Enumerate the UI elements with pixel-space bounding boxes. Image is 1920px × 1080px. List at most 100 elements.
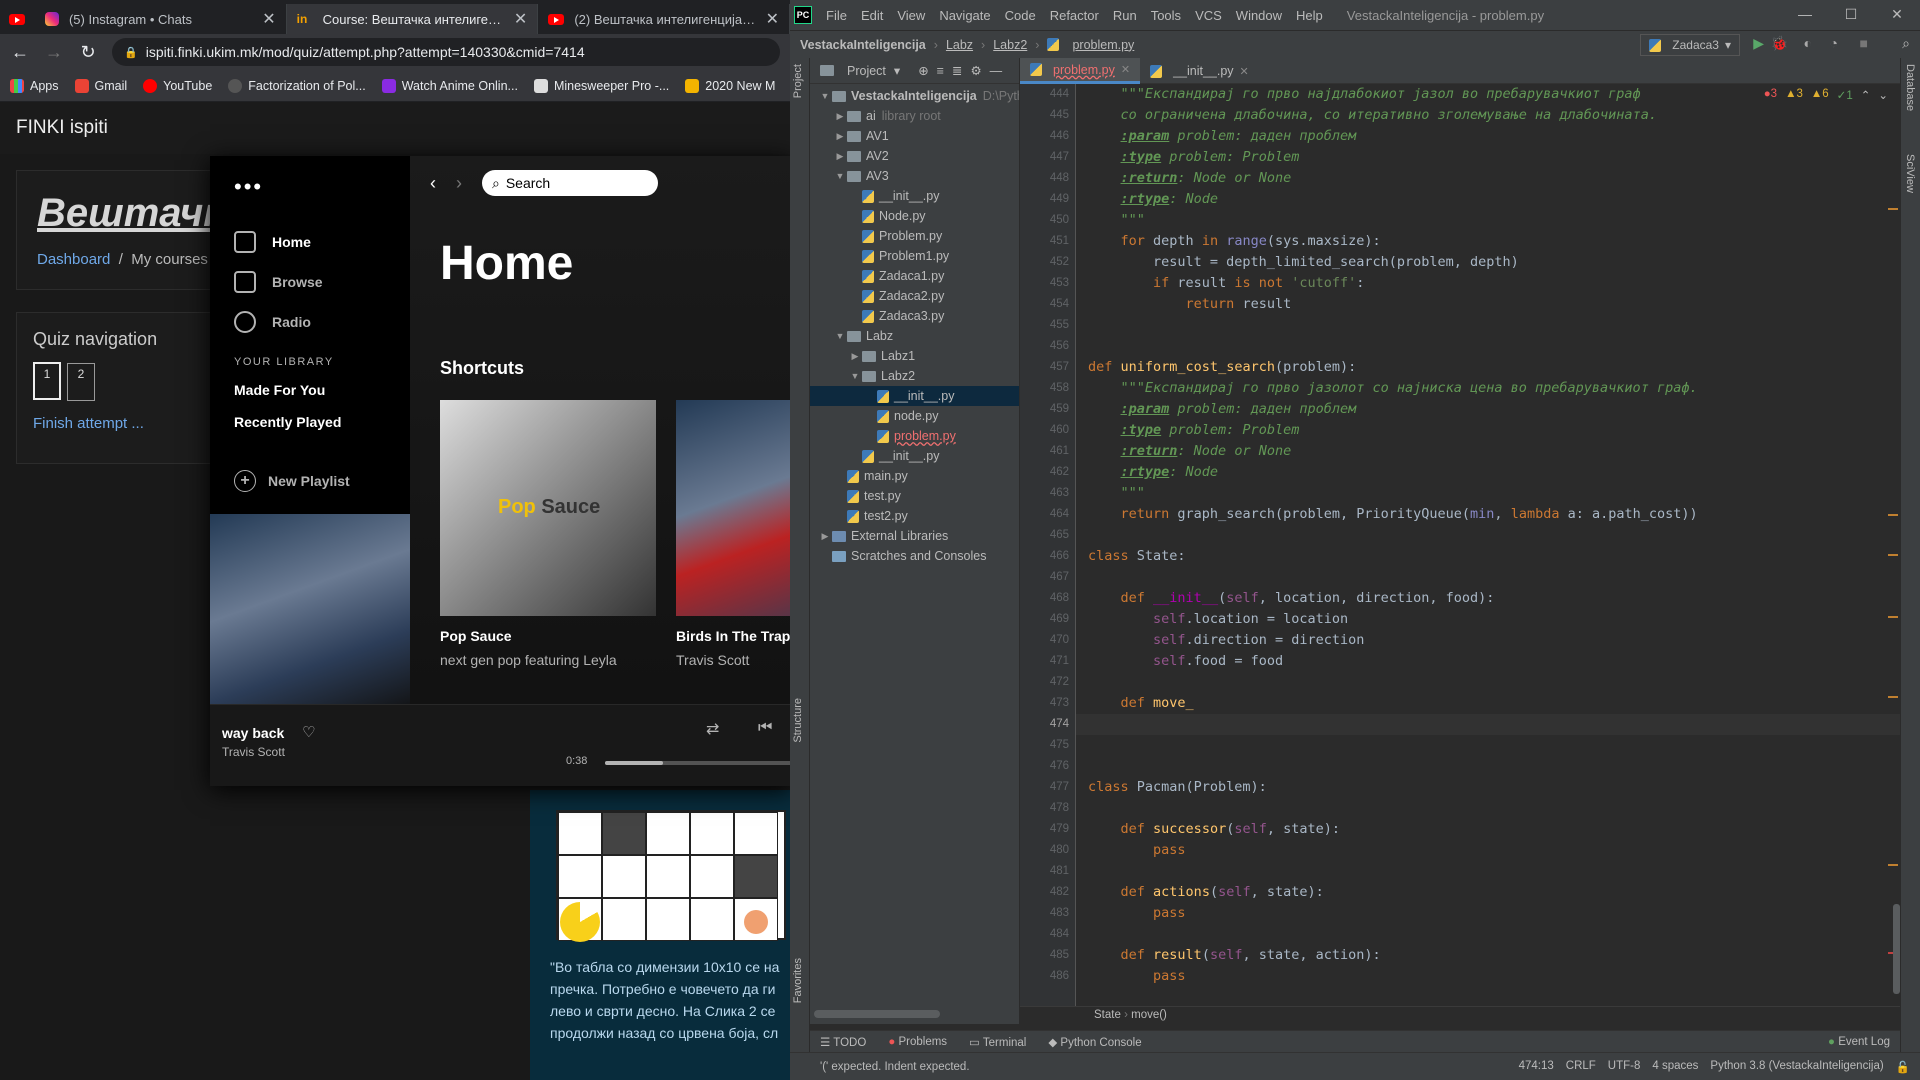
- track-artist[interactable]: Travis Scott: [222, 745, 285, 759]
- caret-position[interactable]: 474:13: [1519, 1060, 1554, 1074]
- tree-item[interactable]: ▼ VestackaInteligencija D:\Python: [810, 86, 1019, 106]
- vertical-scrollbar[interactable]: [1893, 904, 1900, 994]
- site-title[interactable]: FINKI ispiti: [16, 117, 108, 139]
- crumb-state[interactable]: State: [1094, 1009, 1121, 1021]
- chevron-right-icon[interactable]: ▶: [818, 531, 832, 542]
- reload-icon[interactable]: ↻: [78, 42, 98, 63]
- now-playing-cover-art[interactable]: [210, 514, 410, 712]
- bookmark-apps[interactable]: Apps: [10, 78, 59, 93]
- search-icon[interactable]: ⌕: [1902, 35, 1910, 52]
- tree-item[interactable]: Zadaca3.py: [810, 306, 1019, 326]
- favorites-tool-button[interactable]: Favorites: [792, 958, 804, 1003]
- tree-item[interactable]: Node.py: [810, 206, 1019, 226]
- tree-item[interactable]: __init__.py: [810, 446, 1019, 466]
- bookmark-youtube[interactable]: YouTube: [143, 78, 212, 93]
- close-icon[interactable]: ✕: [1121, 63, 1130, 76]
- tree-item[interactable]: test2.py: [810, 506, 1019, 526]
- chevron-right-icon[interactable]: ▶: [848, 351, 862, 362]
- crumb-move[interactable]: move(): [1131, 1009, 1167, 1021]
- bookmark-anime[interactable]: Watch Anime Onlin...: [381, 78, 518, 93]
- chevron-right-icon[interactable]: ▶: [833, 151, 847, 162]
- heart-icon[interactable]: ♡: [302, 723, 315, 741]
- menu-view[interactable]: View: [897, 8, 925, 23]
- tab-problem-py[interactable]: problem.py ✕: [1020, 58, 1141, 84]
- tree-item[interactable]: ▼ Labz: [810, 326, 1019, 346]
- tree-item[interactable]: test.py: [810, 486, 1019, 506]
- chevron-right-icon[interactable]: ▶: [833, 111, 847, 122]
- nav-home[interactable]: Home: [234, 222, 323, 262]
- hide-icon[interactable]: —: [990, 64, 1003, 78]
- quiz-page-2[interactable]: 2: [67, 363, 95, 401]
- profile-icon[interactable]: ◔: [1830, 35, 1838, 51]
- expand-all-icon[interactable]: ≡: [937, 64, 944, 78]
- terminal-tool-button[interactable]: ▭ Terminal: [969, 1035, 1026, 1049]
- shuffle-icon[interactable]: ⇄: [706, 719, 719, 739]
- close-icon[interactable]: ✕: [1874, 0, 1920, 30]
- url-field[interactable]: 🔒 ispiti.finki.ukim.mk/mod/quiz/attempt.p…: [112, 38, 780, 66]
- chevron-up-icon[interactable]: ⌃: [1861, 88, 1871, 102]
- minimize-icon[interactable]: —: [1782, 0, 1828, 30]
- track-name[interactable]: way back: [222, 725, 284, 741]
- chevron-down-icon[interactable]: ▼: [833, 171, 847, 181]
- chevron-down-icon[interactable]: ▼: [848, 371, 862, 381]
- chevron-down-icon[interactable]: ▼: [833, 331, 847, 341]
- tree-item[interactable]: ▶ Labz1: [810, 346, 1019, 366]
- library-made-for-you[interactable]: Made For You: [234, 376, 404, 408]
- nav-browse[interactable]: Browse: [234, 262, 323, 302]
- file-encoding[interactable]: UTF-8: [1608, 1060, 1641, 1074]
- structure-tool-button[interactable]: Structure: [792, 698, 804, 743]
- previous-icon[interactable]: ⏮: [758, 719, 772, 737]
- menu-vcs[interactable]: VCS: [1195, 8, 1222, 23]
- menu-navigate[interactable]: Navigate: [939, 8, 990, 23]
- menu-help[interactable]: Help: [1296, 8, 1323, 23]
- breadcrumb-dashboard[interactable]: Dashboard: [37, 251, 110, 268]
- forward-icon[interactable]: →: [44, 42, 64, 63]
- menu-refactor[interactable]: Refactor: [1050, 8, 1099, 23]
- finish-attempt-link[interactable]: Finish attempt ...: [33, 415, 199, 432]
- forward-icon[interactable]: ›: [456, 173, 462, 194]
- collapse-all-icon[interactable]: ≣: [952, 63, 962, 78]
- nav-crumb-file[interactable]: problem.py: [1072, 38, 1134, 52]
- bookmark-minesweeper[interactable]: Minesweeper Pro -...: [533, 78, 669, 93]
- close-icon[interactable]: ✕: [514, 9, 527, 29]
- menu-file[interactable]: File: [826, 8, 847, 23]
- nav-crumb-labz[interactable]: Labz: [946, 38, 973, 52]
- tree-item[interactable]: ▶ External Libraries: [810, 526, 1019, 546]
- lock-icon[interactable]: 🔓: [1896, 1060, 1910, 1074]
- tree-item[interactable]: Zadaca1.py: [810, 266, 1019, 286]
- menu-edit[interactable]: Edit: [861, 8, 883, 23]
- tree-item[interactable]: Zadaca2.py: [810, 286, 1019, 306]
- menu-run[interactable]: Run: [1113, 8, 1137, 23]
- nav-crumb-project[interactable]: VestackaInteligencija: [800, 38, 926, 52]
- maximize-icon[interactable]: ☐: [1828, 0, 1874, 30]
- bookmark-2020[interactable]: 2020 New M: [685, 78, 775, 93]
- tree-item[interactable]: main.py: [810, 466, 1019, 486]
- sciview-tool-button[interactable]: SciView: [1904, 154, 1916, 193]
- tree-item[interactable]: ▼ Labz2: [810, 366, 1019, 386]
- stop-icon[interactable]: ■: [1860, 35, 1868, 51]
- more-options-icon[interactable]: •••: [234, 174, 263, 200]
- gear-icon[interactable]: ⚙: [970, 63, 981, 78]
- event-log-button[interactable]: ● Event Log: [1828, 1036, 1890, 1048]
- back-icon[interactable]: ‹: [430, 173, 436, 194]
- locate-icon[interactable]: ⊕: [918, 63, 928, 78]
- bookmark-factorization[interactable]: Factorization of Pol...: [228, 78, 366, 93]
- new-playlist-button[interactable]: + New Playlist: [234, 470, 350, 492]
- chevron-down-icon[interactable]: ⌄: [1878, 88, 1888, 102]
- tree-item[interactable]: node.py: [810, 406, 1019, 426]
- tree-item[interactable]: Scratches and Consoles: [810, 546, 1019, 566]
- shortcut-card[interactable]: Birds In The Trap Travis Scott: [676, 400, 790, 668]
- bookmark-gmail[interactable]: Gmail: [74, 78, 127, 93]
- project-tool-button[interactable]: Project: [792, 64, 804, 98]
- tree-item[interactable]: __init__.py: [810, 186, 1019, 206]
- nav-crumb-labz2[interactable]: Labz2: [993, 38, 1027, 52]
- run-configuration-select[interactable]: Zadaca3 ▾: [1640, 34, 1740, 56]
- inspection-widget[interactable]: ●3 ▲3 ▲6 ✓1 ⌃ ⌄: [1764, 88, 1888, 102]
- tree-item[interactable]: ▶ AV2: [810, 146, 1019, 166]
- debug-icon[interactable]: 🐞: [1771, 35, 1788, 52]
- project-view-select[interactable]: Project: [847, 64, 886, 78]
- chevron-down-icon[interactable]: ▼: [818, 91, 832, 101]
- close-icon[interactable]: ✕: [766, 9, 779, 29]
- todo-tool-button[interactable]: ☰ TODO: [820, 1035, 866, 1049]
- tree-item[interactable]: problem.py: [810, 426, 1019, 446]
